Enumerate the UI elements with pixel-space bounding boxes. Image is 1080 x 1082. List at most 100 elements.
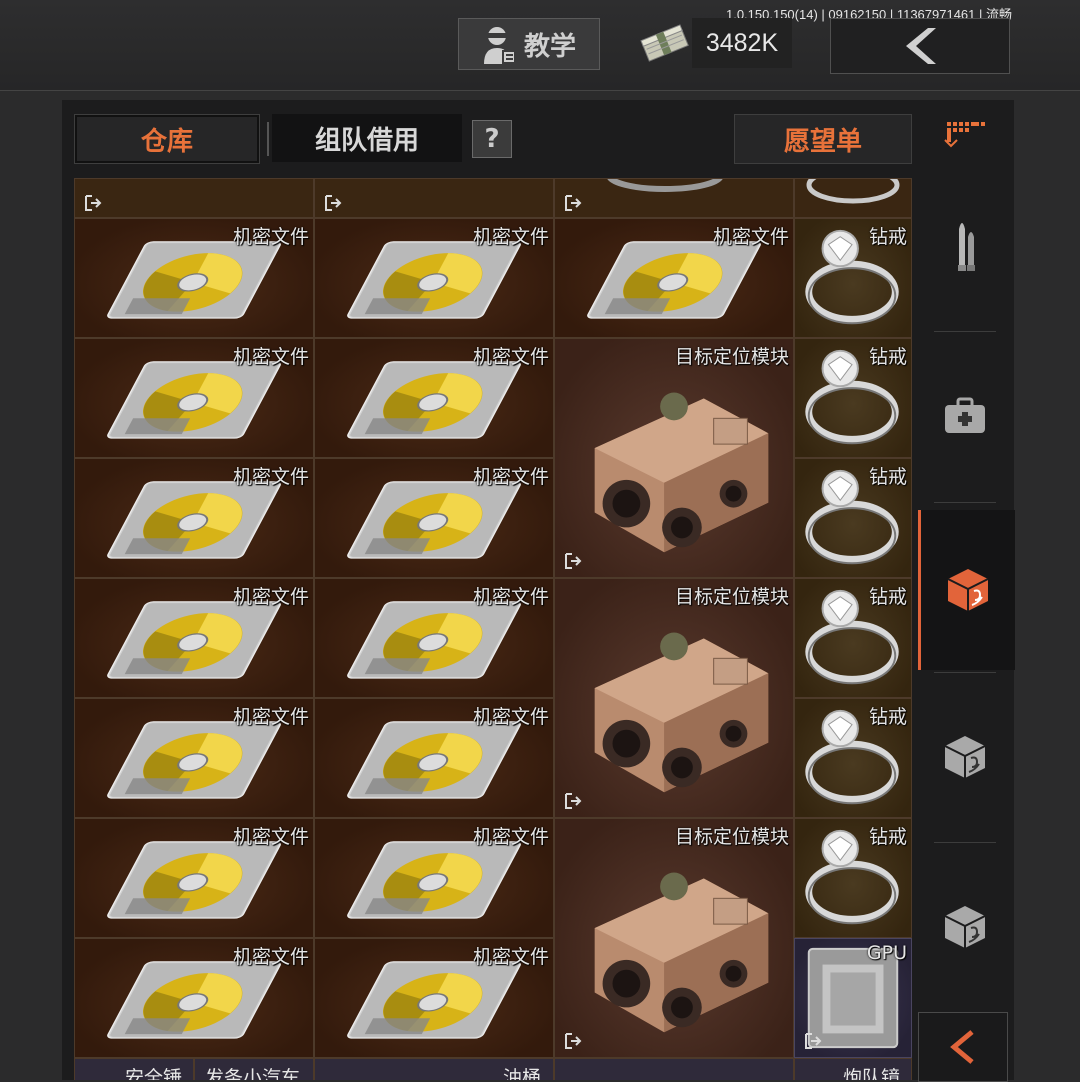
item-cell[interactable]: 钻戒 [794, 218, 912, 338]
nav-armor-case-3[interactable] [918, 882, 1012, 972]
exit-icon [85, 195, 102, 211]
item-cell-partial[interactable] [554, 178, 794, 218]
item-name: 油桶 [503, 1067, 542, 1080]
top-bar: 1.0.150.150(14) | 09162150 | 11367971461… [0, 0, 1080, 91]
item-name: 机密文件 [472, 466, 549, 488]
item-cell[interactable]: 机密文件 [314, 818, 554, 938]
item-cell[interactable]: 目标定位模块 [554, 578, 794, 818]
item-cell[interactable]: 机密文件 [554, 218, 794, 338]
item-cell[interactable]: GPU [794, 938, 912, 1058]
armor-case-icon [944, 906, 986, 948]
tab-divider [267, 122, 269, 156]
item-cell-partial[interactable] [314, 178, 554, 218]
item-grid[interactable]: 安全锤 发条小汽车 油桶 炮队镜 机密文件 机密文件 机密文件 钻戒 机密文件 机密文件目… [74, 178, 912, 1080]
item-name: 钻戒 [868, 826, 907, 848]
target-module-art [594, 872, 769, 1033]
category-nav [918, 100, 1015, 1082]
item-name: 机密文件 [232, 586, 309, 608]
item-cell[interactable]: 机密文件 [314, 218, 554, 338]
tutorial-button[interactable]: 教学 [458, 18, 600, 70]
nav-medical[interactable] [918, 372, 1012, 462]
item-cell-bottom[interactable]: 安全锤 [74, 1058, 194, 1080]
exit-icon [565, 553, 582, 569]
item-cell[interactable]: 机密文件 [74, 218, 314, 338]
item-cell-bottom[interactable]: 发条小汽车 [194, 1058, 314, 1080]
nav-separator [934, 502, 996, 503]
armor-case-icon [944, 736, 986, 778]
item-name: 发条小汽车 [205, 1067, 301, 1080]
item-name: GPU [866, 942, 907, 964]
item-name: 机密文件 [472, 706, 549, 728]
tutorial-label: 教学 [523, 31, 576, 62]
ring-partial-art [806, 179, 900, 204]
item-cell[interactable]: 目标定位模块 [554, 818, 794, 1058]
tab-warehouse[interactable]: 仓库 [74, 114, 260, 164]
money-value: 3482K [705, 28, 779, 57]
item-cell[interactable]: 钻戒 [794, 578, 912, 698]
back-button[interactable] [830, 18, 1010, 74]
tutorial-person-icon [483, 27, 516, 64]
item-cell[interactable]: 钻戒 [794, 698, 912, 818]
item-cell[interactable]: 钻戒 [794, 818, 912, 938]
collapse-button[interactable] [918, 1012, 1008, 1082]
item-name: 机密文件 [232, 346, 309, 368]
item-name: 机密文件 [472, 586, 549, 608]
item-cell-bottom[interactable]: 炮队镜 [794, 1058, 912, 1080]
cash-stack-icon [640, 24, 689, 62]
item-cell[interactable]: 机密文件 [74, 458, 314, 578]
item-cell-bottom[interactable] [554, 1058, 794, 1080]
item-cell[interactable]: 钻戒 [794, 458, 912, 578]
item-cell[interactable]: 目标定位模块 [554, 338, 794, 578]
item-name: 机密文件 [232, 466, 309, 488]
item-cell[interactable]: 机密文件 [74, 698, 314, 818]
item-name: 钻戒 [868, 466, 907, 488]
item-name: 炮队镜 [843, 1067, 901, 1080]
item-name: 钻戒 [868, 706, 907, 728]
item-cell-partial[interactable] [74, 178, 314, 218]
item-cell-partial[interactable] [794, 178, 912, 218]
target-module-art [594, 392, 769, 553]
exit-icon [565, 1033, 582, 1049]
nav-separator [934, 672, 996, 673]
tab-wishlist[interactable]: 愿望单 [734, 114, 912, 164]
item-cell[interactable]: 机密文件 [314, 698, 554, 818]
money-display: 3482K [692, 18, 792, 68]
item-name: 钻戒 [868, 226, 907, 248]
tab-team-borrow[interactable]: 组队借用 [272, 114, 462, 162]
item-cell[interactable]: 机密文件 [74, 578, 314, 698]
item-partial-art [607, 179, 723, 192]
nav-ammo[interactable] [918, 200, 1012, 290]
item-cell[interactable]: 机密文件 [314, 338, 554, 458]
item-cell[interactable]: 机密文件 [74, 338, 314, 458]
item-cell[interactable]: 钻戒 [794, 338, 912, 458]
target-module-art [594, 632, 769, 793]
exit-icon [565, 195, 582, 211]
item-cell[interactable]: 机密文件 [74, 938, 314, 1058]
item-cell[interactable]: 机密文件 [74, 818, 314, 938]
armor-case-icon [947, 569, 989, 611]
nav-armor-case-2[interactable] [918, 712, 1012, 802]
item-name: 钻戒 [868, 346, 907, 368]
item-cell-bottom[interactable]: 油桶 [314, 1058, 554, 1080]
item-name: 机密文件 [232, 226, 309, 248]
item-name: 钻戒 [868, 586, 907, 608]
inventory-grid-icon [944, 122, 985, 148]
item-name: 安全锤 [125, 1067, 183, 1080]
nav-collectibles[interactable] [918, 510, 1015, 670]
item-name: 机密文件 [472, 346, 549, 368]
item-cell[interactable]: 机密文件 [314, 938, 554, 1058]
item-cell[interactable]: 机密文件 [314, 578, 554, 698]
chevron-left-icon [950, 1030, 974, 1064]
item-name: 机密文件 [232, 706, 309, 728]
nav-separator [934, 331, 996, 332]
back-arrow-icon [906, 28, 936, 64]
item-name: 目标定位模块 [674, 346, 789, 368]
item-cell[interactable]: 机密文件 [314, 458, 554, 578]
exit-icon [805, 1033, 822, 1049]
help-button[interactable]: ? [472, 120, 512, 158]
nav-all-items[interactable] [918, 100, 1012, 170]
item-name: 目标定位模块 [674, 826, 789, 848]
inventory-panel: 仓库 组队借用 ? 愿望单 安全锤 发条小汽车 油桶 炮队镜 机密文件 机密文件… [62, 100, 1014, 1080]
item-name: 机密文件 [232, 826, 309, 848]
item-name: 机密文件 [472, 946, 549, 968]
